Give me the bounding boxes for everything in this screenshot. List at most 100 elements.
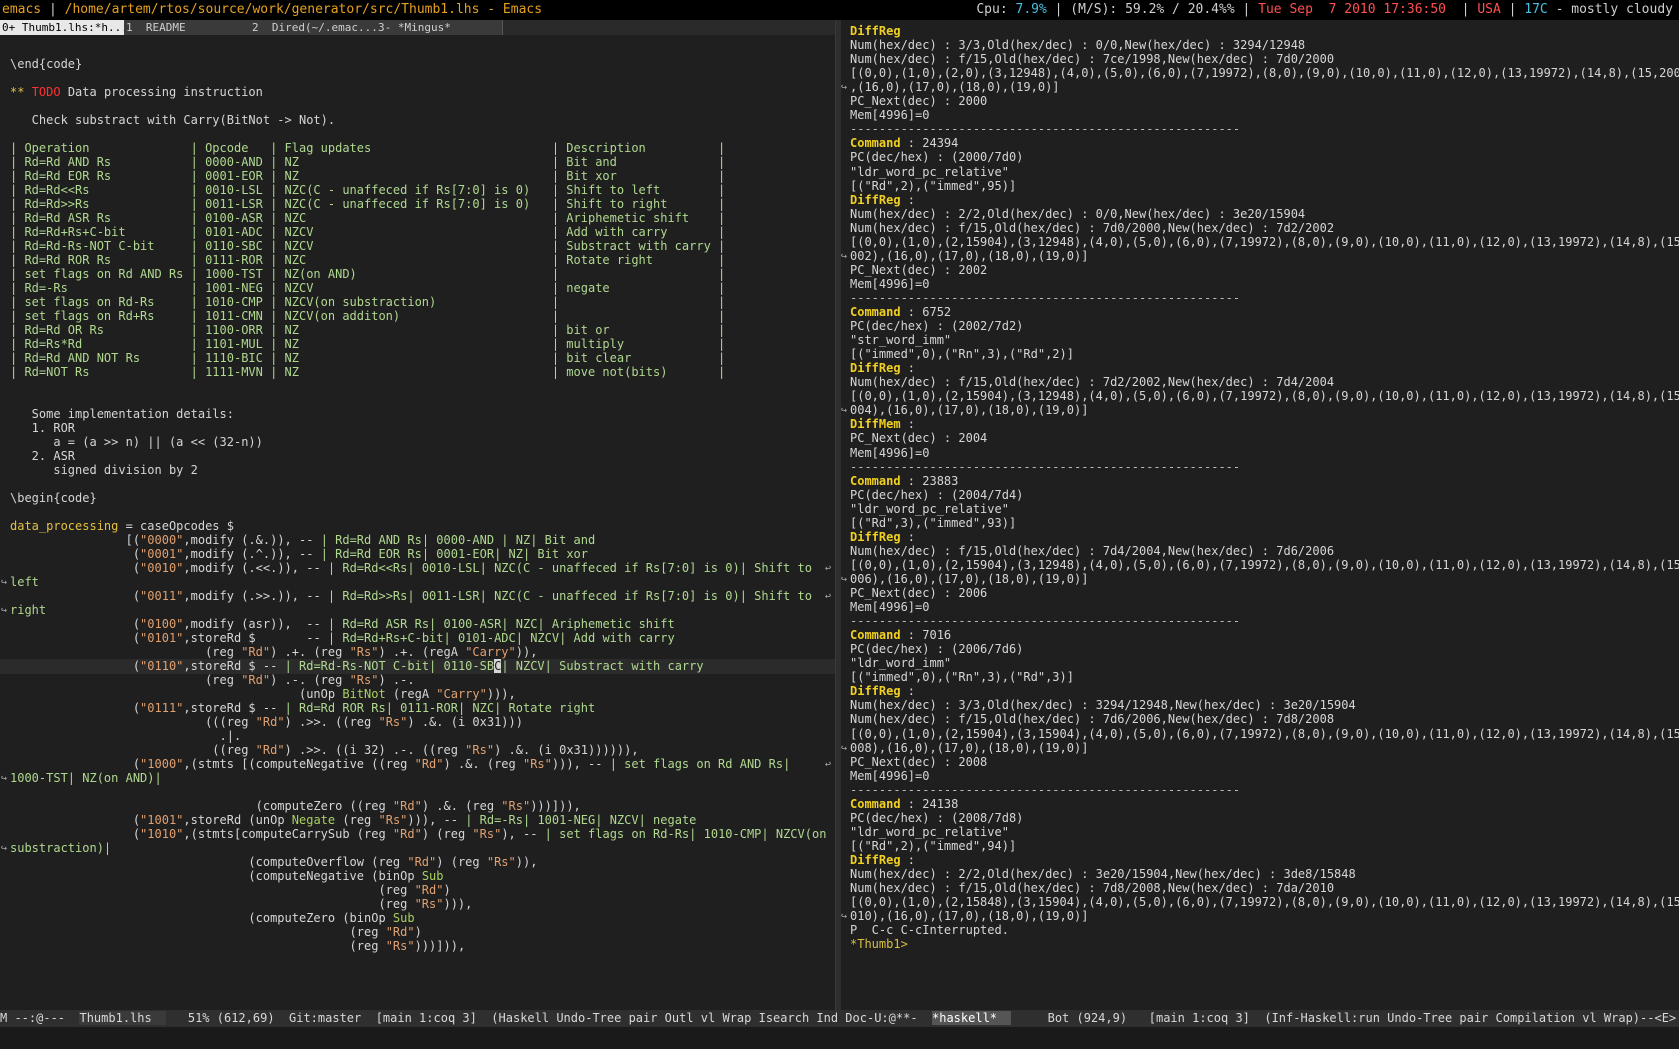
tab-mingus[interactable]: 3- *Mingus* [376, 20, 503, 35]
code-string: "Rs" [486, 855, 516, 869]
repl-label-line: Command : 7016 [850, 628, 951, 643]
code-string: "Rd" [414, 883, 444, 897]
code-text: ) [414, 925, 422, 939]
code-string: "0001" [140, 547, 184, 561]
repl-label-line: DiffMem : [850, 417, 915, 432]
repl-line: PC(dec/hex) : (2004/7d4) [850, 488, 1024, 502]
repl-line: [("Rd",2),("immed",94)] [850, 839, 1017, 853]
repl-label-line: DiffReg : [850, 193, 915, 208]
separator: | [1234, 2, 1259, 17]
code-line: [("0000",modify (.&.)), -- | Rd=Rd AND R… [10, 533, 596, 548]
code-text: ) (reg [421, 827, 473, 841]
table-row: | Rd=Rd<<Rs | 0010-LSL | NZC(C - unaffec… [10, 183, 726, 197]
wrap-continue-icon: ↪ [1, 773, 8, 784]
repl-label: Command [850, 628, 901, 642]
code-comment: | Rd=Rd<<Rs| 0010-LSL| NZC(C - unaffeced… [327, 561, 812, 575]
code-comment: | Rd=Rd-Rs-NOT C-bit| 0110-SB [284, 659, 495, 673]
code-string: "Rd" [392, 799, 422, 813]
code-text: ( [10, 827, 141, 841]
repl-line: [(0,0),(1,0),(2,0),(3,12948),(4,0),(5,0)… [850, 66, 1679, 80]
code-string: "Rs" [522, 757, 552, 771]
haskell-repl-pane[interactable]: DiffReg Num(hex/dec) : 3/3,Old(hex/dec) :… [841, 20, 1679, 1010]
repl-prompt[interactable]: *Thumb1> [850, 937, 908, 952]
code-line: (computeZero ((reg "Rd") .&. (reg "Rs"))… [10, 799, 581, 814]
wrap-arrow-icon: ↩ [825, 591, 832, 602]
repl-wrapped-line: ,(16,0),(17,0),(18,0),(19,0)] [850, 80, 1060, 94]
repl-label-line: DiffReg [850, 24, 901, 39]
repl-wrapped-line: 004),(16,0),(17,0),(18,0),(19,0)] [850, 403, 1089, 417]
repl-label-value: : [900, 853, 916, 867]
code-text: ,(stmts[computeCarrySub (reg [183, 827, 393, 841]
code-line: substraction)| [10, 841, 112, 855]
repl-line: Num(hex/dec) : 3/3,Old(hex/dec) : 0/0,Ne… [850, 38, 1306, 52]
code-string: "0100" [140, 617, 184, 631]
table-row: | Rd=NOT Rs | 1111-MVN | NZ | move not(b… [10, 365, 726, 379]
wrap-arrow-icon: ↩ [825, 759, 832, 770]
code-comment: | Rd=Rd EOR Rs| 0001-EOR| NZ| Bit xor [320, 547, 588, 561]
code-text: (reg [10, 883, 415, 897]
code-text: ( [10, 757, 141, 771]
repl-wrapped-line: 008),(16,0),(17,0),(18,0),(19,0)] [850, 741, 1089, 755]
code-text: ( [10, 617, 141, 631]
repl-label: DiffReg [850, 853, 901, 867]
editor-pane-thumb1[interactable]: \end{code} ** TODO Data processing instr… [0, 35, 835, 1010]
repl-line: [(0,0),(1,0),(2,15904),(3,12948),(4,0),(… [850, 558, 1679, 572]
code-text: (computeNegative (binOp [10, 869, 422, 883]
code-text: ) .&. (reg [421, 799, 502, 813]
code-string: "Rd" [407, 855, 437, 869]
system-info: Cpu: 7.9% | (M/S): 59.2% / 20.4%% | Tue … [976, 0, 1673, 20]
wrap-continue-icon: ↪ [1, 605, 8, 616]
code-line: ("0011",modify (.>>.)), -- | Rd=Rd>>Rs| … [10, 589, 812, 604]
code-text: ) .>>. ((reg [284, 715, 379, 729]
code-text: )), [515, 645, 538, 659]
code-line: 1000-TST| NZ(on AND)| [10, 771, 162, 785]
code-text: ))), [486, 687, 516, 701]
repl-line: [(0,0),(1,0),(2,15904),(3,15904),(4,0),(… [850, 727, 1679, 741]
code-text: ) .-. [378, 673, 415, 687]
code-line-current: ("0110",storeRd $ -- | Rd=Rd-Rs-NOT C-bi… [0, 659, 835, 674]
code-string: "Rd" [392, 827, 422, 841]
repl-line: PC_Next(dec) : 2006 [850, 586, 988, 600]
separator: | [41, 2, 65, 17]
mode-line-buffer-left[interactable]: Thumb1.lhs [79, 1011, 167, 1025]
repl-line: [("Rd",2),("immed",95)] [850, 179, 1017, 193]
wrap-continue-icon: ↪ [841, 911, 848, 922]
code-text: ( [10, 631, 141, 645]
code-string: "Rd" [241, 673, 271, 687]
country: USA [1477, 2, 1501, 17]
minibuffer[interactable] [0, 1027, 1679, 1049]
code-text: ) .+. (regA [378, 645, 466, 659]
repl-line: PC_Next(dec) : 2002 [850, 263, 988, 277]
wrap-arrow-icon: ↩ [825, 563, 832, 574]
code-line: (computeZero (binOp Sub [10, 911, 414, 926]
tab-dired[interactable]: 2 Dired(~/.emac... [250, 20, 377, 35]
table-row: | Rd=Rd ASR Rs | 0100-ASR | NZC | Ariphe… [10, 211, 726, 225]
top-status-bar: emacs | /home/artem/rtos/source/work/gen… [0, 0, 1679, 20]
repl-line: PC_Next(dec) : 2000 [850, 94, 988, 108]
repl-line: PC_Next(dec) : 2004 [850, 431, 988, 445]
code-text: (reg [10, 939, 386, 953]
tab-thumb1[interactable]: 0+ Thumb1.lhs:*h... [0, 20, 125, 35]
repl-wrapped-line: 010),(16,0),(17,0),(18,0),(19,0)] [850, 909, 1089, 923]
code-string: "1001" [140, 813, 184, 827]
tab-bar: 0+ Thumb1.lhs:*h... 1 README 2 Dired(~/.… [0, 20, 835, 35]
tab-readme[interactable]: 1 README [124, 20, 251, 35]
code-text: ( [10, 561, 141, 575]
check-line: Check substract with Carry(BitNot -> Not… [10, 113, 336, 127]
code-string: "Rs" [414, 897, 444, 911]
code-text: ,storeRd $ -- [183, 659, 285, 673]
repl-separator: ----------------------------------------… [850, 122, 1241, 136]
code-constructor: Negate [291, 813, 336, 827]
code-string: "Rs" [472, 827, 502, 841]
code-string: "1010" [140, 827, 184, 841]
wrap-continue-icon: ↪ [1, 843, 8, 854]
separator: | [1446, 2, 1478, 17]
code-line: data_processing = caseOpcodes $ [10, 519, 234, 534]
repl-wrapped-line: 002),(16,0),(17,0),(18,0),(19,0)] [850, 249, 1089, 263]
mode-line-buffer-right[interactable]: *haskell* [932, 1011, 1012, 1025]
code-line: (reg "Rd") [10, 925, 422, 940]
heading-stars: ** [10, 85, 32, 99]
wrap-continue-icon: ↪ [841, 82, 848, 93]
code-line: ("1001",storeRd (unOp Negate (reg "Rs"))… [10, 813, 697, 828]
repl-line: [("immed",0),("Rn",3),("Rd",2)] [850, 347, 1074, 361]
